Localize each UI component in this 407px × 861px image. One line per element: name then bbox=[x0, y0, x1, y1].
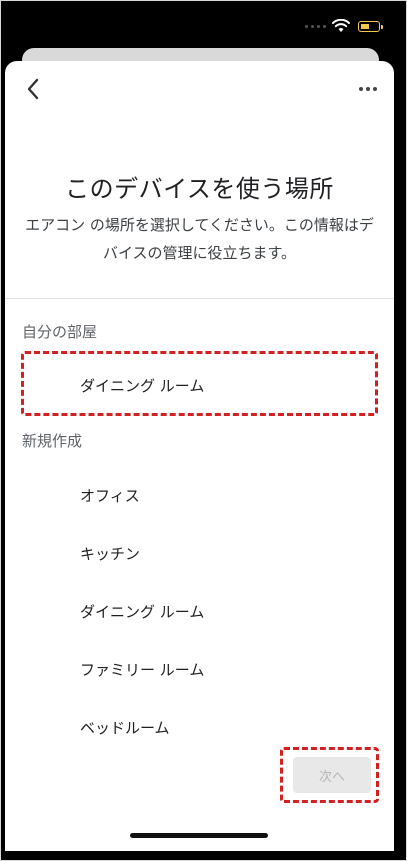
more-options-button[interactable] bbox=[354, 77, 382, 101]
chevron-left-icon bbox=[27, 78, 39, 100]
home-indicator[interactable] bbox=[130, 833, 268, 838]
room-selection-sheet: このデバイスを使う場所 エアコン の場所を選択してください。この情報はデバイスの… bbox=[5, 61, 394, 851]
section-header-create-new: 新規作成 bbox=[22, 432, 83, 450]
page-subtitle: エアコン の場所を選択してください。この情報はデバイスの管理に役立ちます。 bbox=[25, 216, 374, 262]
room-item-dining[interactable]: ダイニング ルーム bbox=[80, 601, 204, 622]
next-button[interactable]: 次へ bbox=[293, 757, 371, 793]
section-header-my-rooms: 自分の部屋 bbox=[22, 323, 98, 341]
room-item-bedroom[interactable]: ベッドルーム bbox=[80, 717, 170, 738]
divider bbox=[5, 298, 394, 299]
back-button[interactable] bbox=[19, 75, 47, 103]
room-item-kitchen[interactable]: キッチン bbox=[80, 543, 140, 564]
room-item-dining-existing[interactable]: ダイニング ルーム bbox=[80, 375, 204, 396]
room-item-office[interactable]: オフィス bbox=[80, 485, 140, 506]
battery-icon bbox=[358, 21, 383, 32]
more-dots-icon bbox=[359, 87, 363, 91]
signal-icon bbox=[305, 25, 326, 28]
wifi-icon bbox=[332, 19, 350, 32]
phone-frame: このデバイスを使う場所 エアコン の場所を選択してください。この情報はデバイスの… bbox=[0, 0, 407, 861]
page-title: このデバイスを使う場所 bbox=[65, 175, 334, 203]
room-item-family[interactable]: ファミリー ルーム bbox=[80, 659, 204, 680]
